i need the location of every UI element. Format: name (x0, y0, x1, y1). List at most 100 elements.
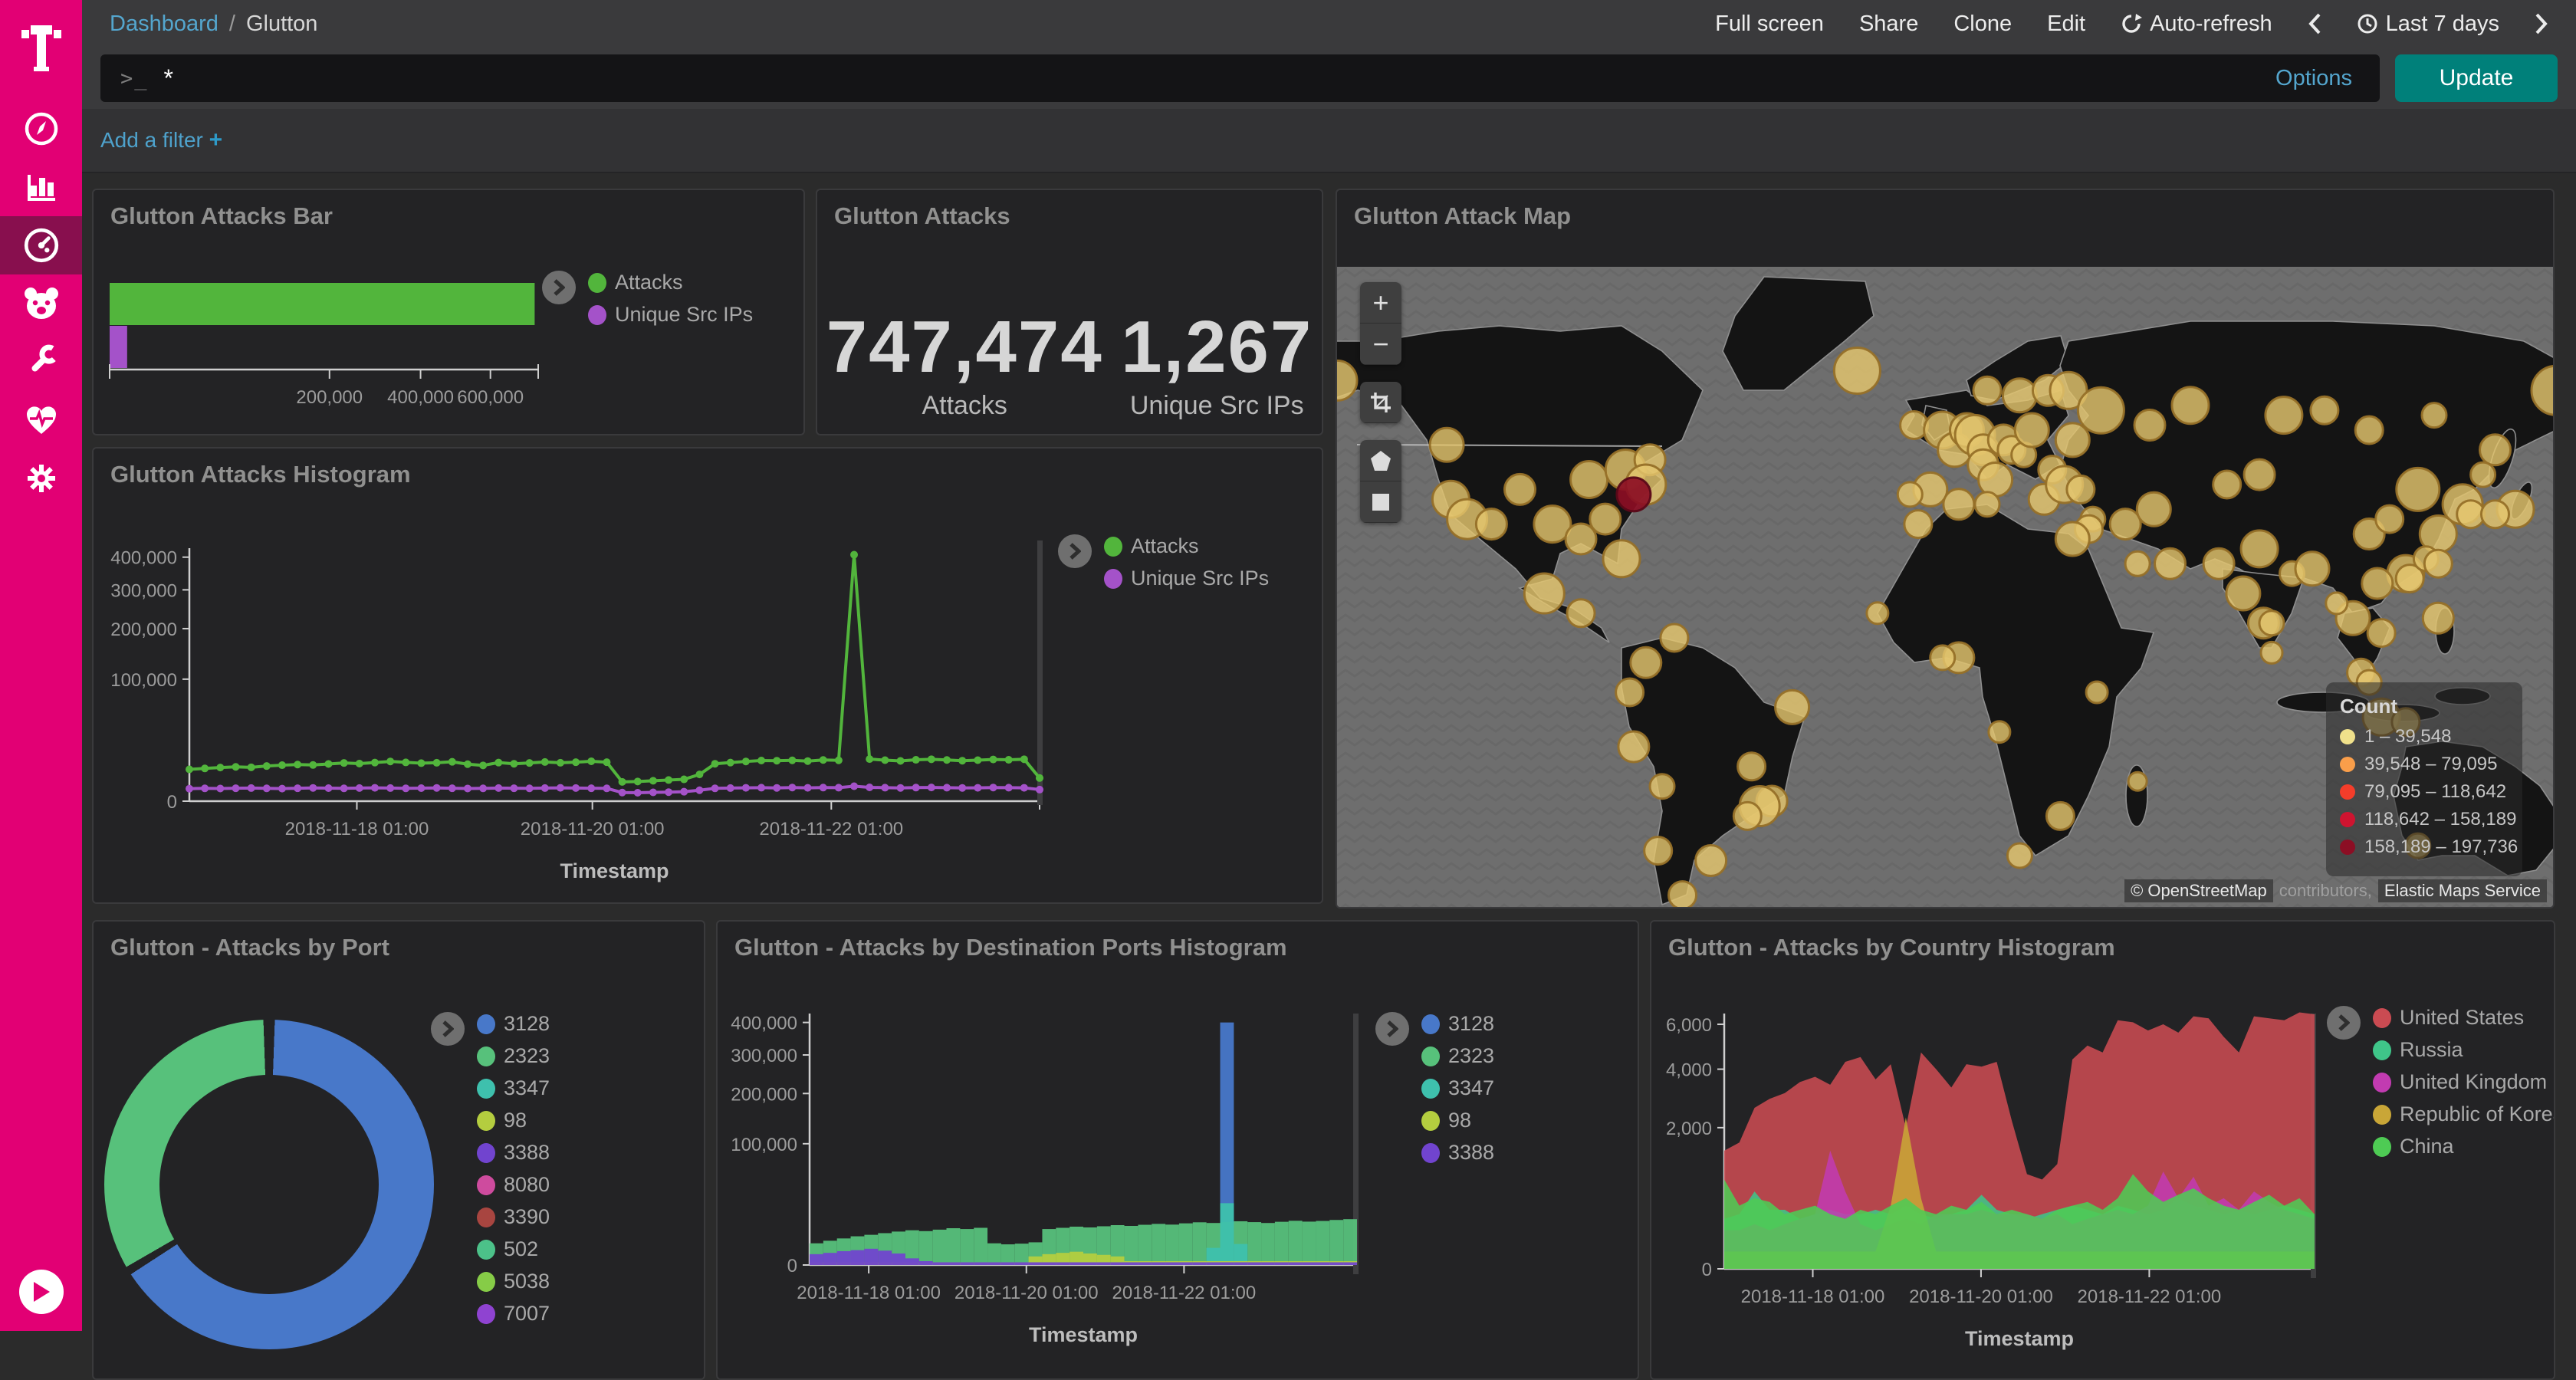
fullscreen-button[interactable]: Full screen (1715, 12, 1824, 37)
attack-bubble[interactable] (1898, 482, 1922, 507)
attack-bubble[interactable] (2355, 416, 2383, 444)
time-forward-button[interactable] (2535, 12, 2548, 35)
attack-bubble[interactable] (2471, 462, 2496, 487)
share-button[interactable]: Share (1859, 12, 1918, 37)
attack-bubble[interactable] (1476, 509, 1506, 540)
attack-bubble[interactable] (2067, 475, 2095, 503)
attack-bubble[interactable] (2480, 435, 2511, 465)
legend-item[interactable]: United States (2373, 1006, 2555, 1030)
attack-bubble[interactable] (1979, 463, 2013, 497)
attack-bubble[interactable] (2078, 387, 2124, 433)
time-range-button[interactable]: Last 7 days (2357, 12, 2499, 37)
attack-bubble[interactable] (2137, 492, 2170, 526)
map-fit-bounds-button[interactable] (1360, 382, 1401, 423)
attack-bubble[interactable] (1661, 624, 1688, 652)
t-mobile-logo[interactable] (0, 0, 82, 100)
attack-bubble[interactable] (1631, 647, 1661, 678)
attack-bubble[interactable] (2295, 552, 2329, 586)
attack-bubble[interactable] (1430, 428, 1464, 462)
sidebar-item-apm[interactable] (0, 274, 82, 333)
attack-bubble[interactable] (1930, 646, 1955, 670)
attack-bubble[interactable] (2110, 509, 2141, 540)
attack-bubble[interactable] (1524, 573, 1564, 613)
attack-bubble[interactable] (2226, 577, 2260, 610)
osm-attribution-link[interactable]: © OpenStreetMap (2124, 879, 2273, 902)
clone-button[interactable]: Clone (1953, 12, 2012, 37)
attack-bubble[interactable] (2086, 682, 2108, 703)
attack-bubble[interactable] (1650, 774, 1674, 799)
edit-button[interactable]: Edit (2047, 12, 2085, 37)
attack-bubble[interactable] (2397, 468, 2440, 511)
legend-toggle-button[interactable] (542, 271, 576, 304)
map-draw-rectangle-button[interactable] (1360, 481, 1401, 523)
legend-item[interactable]: 3390 (477, 1205, 550, 1229)
attack-bubble[interactable] (2367, 619, 2395, 647)
legend-item[interactable]: United Kingdom (2373, 1070, 2555, 1094)
legend-item[interactable]: 3347 (1421, 1076, 1494, 1100)
attack-bubble[interactable] (2244, 459, 2275, 490)
map-zoom-in-button[interactable]: + (1360, 282, 1401, 324)
attack-bubble[interactable] (1567, 600, 1595, 627)
map-draw-polygon-button[interactable] (1360, 440, 1401, 481)
attack-bubble[interactable] (2007, 843, 2032, 868)
legend-item[interactable]: 7007 (477, 1302, 550, 1326)
query-input-box[interactable]: >_ Options (100, 54, 2380, 102)
sidebar-item-dashboard[interactable] (0, 216, 82, 274)
attack-bubble[interactable] (2376, 505, 2404, 533)
attack-bubble[interactable] (2482, 501, 2509, 528)
attack-bubble[interactable] (2424, 550, 2452, 577)
sidebar-item-discover[interactable] (0, 100, 82, 158)
legend-item[interactable]: 3128 (1421, 1012, 1494, 1036)
attack-bubble[interactable] (1644, 837, 1672, 865)
ems-attribution-link[interactable]: Elastic Maps Service (2378, 879, 2547, 902)
legend-item[interactable]: Russia (2373, 1038, 2555, 1062)
attack-bubble[interactable] (2362, 568, 2393, 599)
legend-item[interactable]: 3347 (477, 1076, 550, 1100)
attack-bubble[interactable] (2311, 396, 2338, 424)
attack-bubble[interactable] (2125, 551, 2150, 576)
sidebar-item-devtools[interactable] (0, 333, 82, 391)
attack-bubble[interactable] (2266, 397, 2302, 434)
add-filter-link[interactable]: Add a filter + (100, 127, 222, 153)
attack-bubble[interactable] (2423, 603, 2453, 633)
attack-bubble[interactable] (1944, 489, 1974, 520)
search-query-input[interactable] (164, 64, 2276, 93)
breadcrumb-dashboard[interactable]: Dashboard (110, 12, 219, 37)
legend-toggle-button[interactable] (431, 1012, 465, 1046)
attack-bubble[interactable] (1733, 802, 1761, 830)
attack-bubble[interactable] (2015, 413, 2049, 447)
world-map-canvas[interactable]: + − (1337, 267, 2553, 907)
attack-bubble[interactable] (2259, 611, 2284, 636)
legend-item[interactable]: Unique Src IPs (588, 303, 753, 327)
attack-bubble[interactable] (2213, 471, 2241, 498)
legend-toggle-button[interactable] (2327, 1006, 2361, 1040)
attack-bubble[interactable] (1738, 753, 1766, 780)
expand-nav-button[interactable] (19, 1270, 64, 1314)
attack-bubble[interactable] (2055, 423, 2089, 457)
attack-bubble[interactable] (1669, 882, 1697, 907)
attack-bubble[interactable] (1867, 603, 1888, 624)
attack-bubble[interactable] (1904, 511, 1932, 538)
attack-bubble[interactable] (2046, 802, 2074, 830)
attack-bubble[interactable] (2172, 387, 2209, 424)
legend-item[interactable]: Republic of Korea (2373, 1102, 2555, 1126)
attack-bubble[interactable] (2003, 379, 2036, 412)
sidebar-item-visualize[interactable] (0, 158, 82, 216)
attack-bubble[interactable] (2261, 642, 2282, 663)
legend-item[interactable]: 5038 (477, 1270, 550, 1293)
legend-item[interactable]: 502 (477, 1237, 550, 1261)
sidebar-item-monitoring[interactable] (0, 391, 82, 449)
legend-item[interactable]: 8080 (477, 1173, 550, 1197)
attack-bubble[interactable] (1603, 540, 1640, 577)
legend-item[interactable]: Attacks (1104, 534, 1269, 558)
attack-bubble[interactable] (2128, 772, 2147, 790)
legend-item[interactable]: 3388 (477, 1141, 550, 1165)
sidebar-item-management[interactable] (0, 449, 82, 508)
attack-bubble[interactable] (1590, 504, 1621, 534)
attack-bubble[interactable] (1616, 678, 1644, 706)
attack-bubble[interactable] (1571, 462, 1608, 498)
time-back-button[interactable] (2308, 12, 2321, 35)
attack-bubble[interactable] (1834, 348, 1880, 394)
update-button[interactable]: Update (2395, 54, 2558, 102)
attack-bubble[interactable] (1505, 474, 1536, 504)
